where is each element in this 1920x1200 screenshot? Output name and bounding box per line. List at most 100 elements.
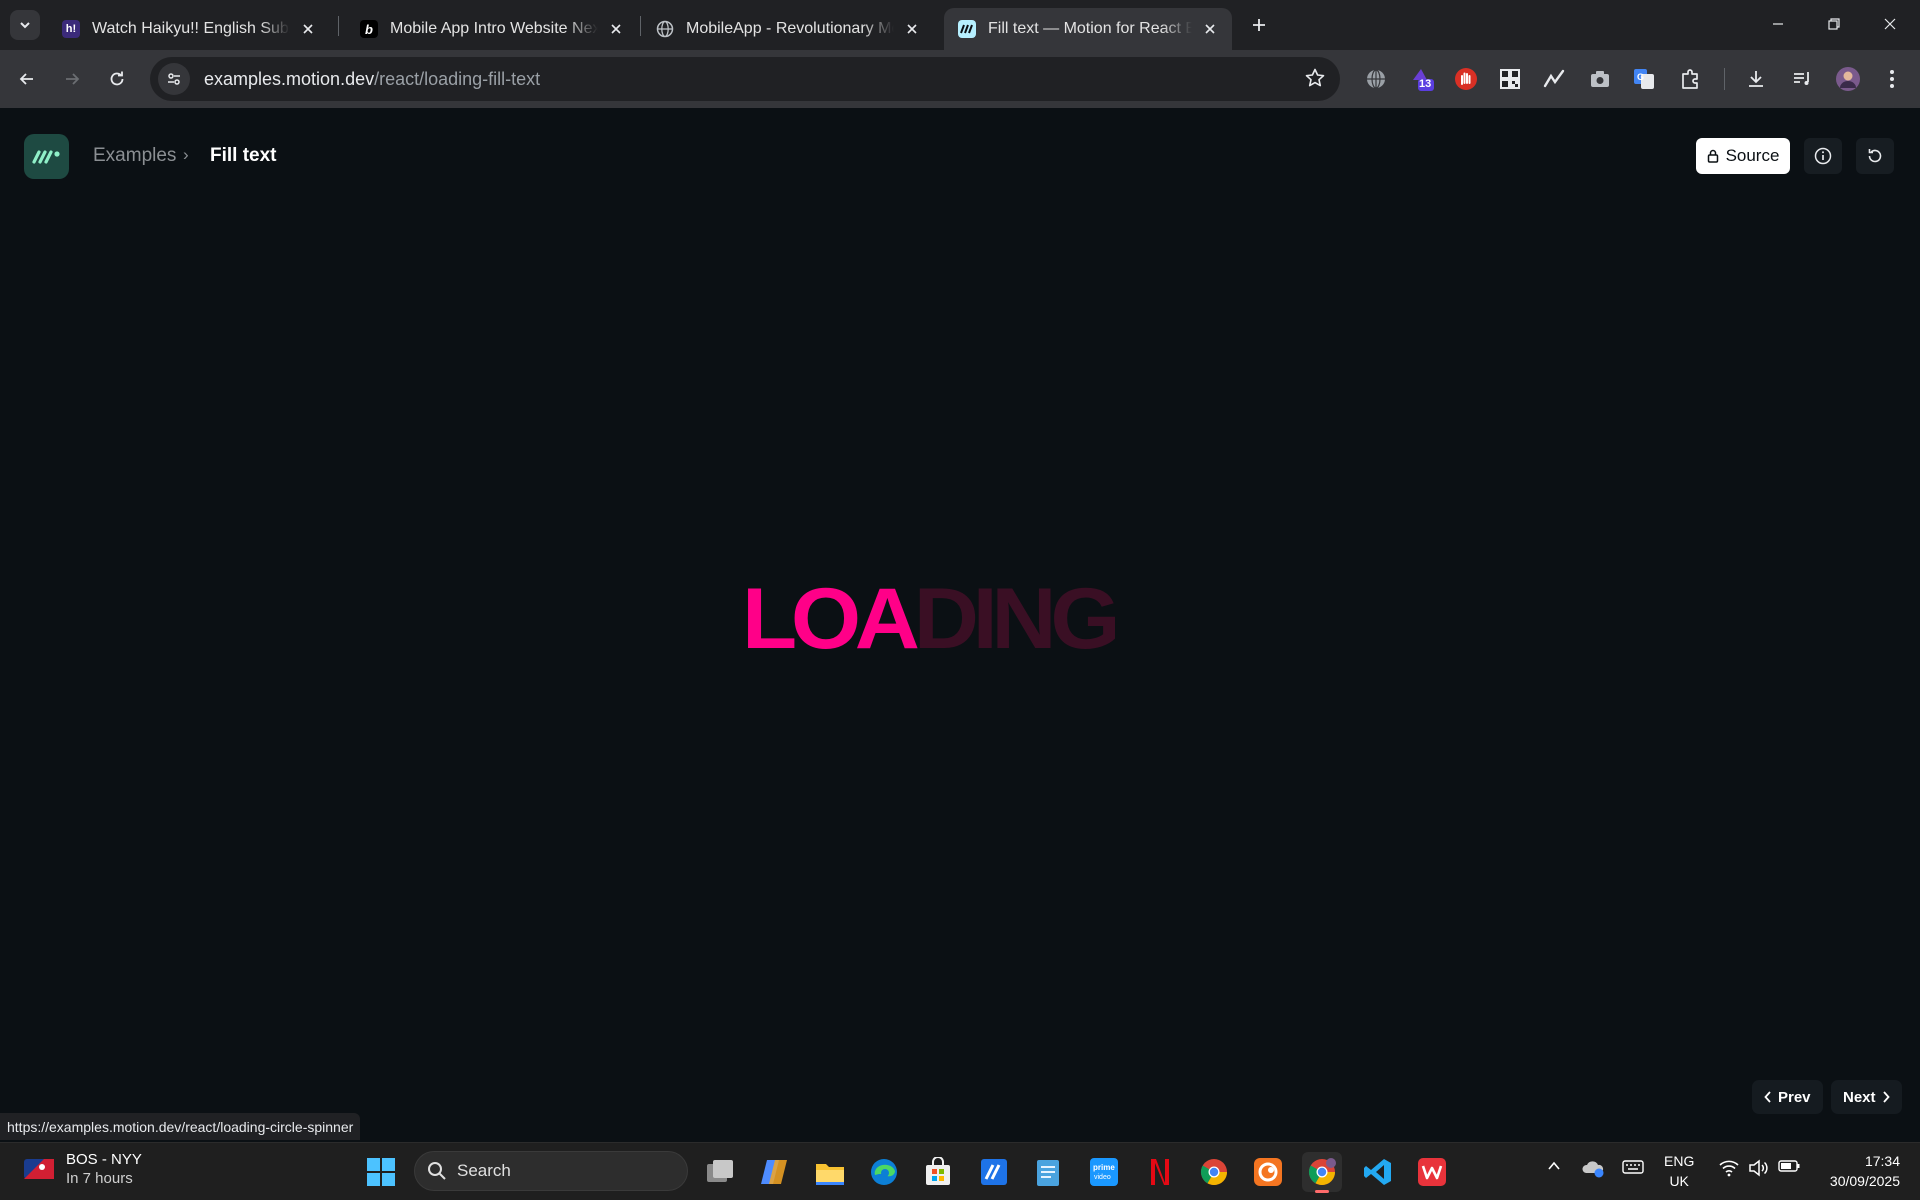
svg-text:G: G <box>1637 72 1644 82</box>
system-clock[interactable]: 17:34 30/09/2025 <box>1808 1151 1900 1191</box>
tab-haikyu[interactable]: h! Watch Haikyu!! English Sub/Dub <box>48 8 330 50</box>
prev-label: Prev <box>1778 1088 1811 1106</box>
globe-extension-icon[interactable] <box>1362 65 1390 93</box>
tune-icon <box>168 73 180 85</box>
minimize-icon <box>1773 23 1783 25</box>
chevron-right-icon <box>1882 1091 1890 1103</box>
hianime-favicon-icon: h! <box>62 20 80 38</box>
microsoft-store-icon[interactable] <box>918 1152 958 1192</box>
breadcrumb-examples-link[interactable]: Examples <box>93 145 176 167</box>
media-control-icon[interactable] <box>1788 65 1816 93</box>
page-content: Examples › Fill text Source LOADING Prev… <box>0 108 1920 1142</box>
close-window-button[interactable] <box>1862 0 1918 48</box>
weather-line-1: BOS - NYY <box>66 1151 142 1168</box>
motion-logo[interactable] <box>24 134 69 179</box>
bookmark-star-icon[interactable] <box>1304 67 1326 94</box>
google-translate-icon[interactable]: G <box>1630 65 1658 93</box>
crunchyroll-icon[interactable] <box>1248 1152 1288 1192</box>
active-app-indicator <box>1315 1190 1329 1193</box>
chrome-profile-icon[interactable] <box>1302 1152 1342 1193</box>
plus-icon <box>1253 19 1265 31</box>
url-host: examples.motion.dev <box>204 68 375 89</box>
hand-extension-icon[interactable] <box>1452 65 1480 93</box>
remote-app-icon[interactable] <box>974 1152 1014 1192</box>
breadcrumb-separator: › <box>183 145 189 164</box>
next-button[interactable]: Next <box>1831 1080 1902 1114</box>
taskbar-search-label: Search <box>457 1161 511 1180</box>
weather-line-2: In 7 hours <box>66 1170 133 1187</box>
bolt-favicon-icon: b <box>360 20 378 38</box>
tab-separator <box>640 16 641 36</box>
show-hidden-icons-chevron-up-icon[interactable] <box>1542 1159 1566 1173</box>
task-view-icon[interactable] <box>700 1152 740 1192</box>
clock-date: 30/09/2025 <box>1829 1173 1900 1189</box>
prime-video-icon[interactable]: prime video <box>1084 1152 1124 1192</box>
restore-button[interactable] <box>1806 0 1862 48</box>
restore-icon <box>1828 18 1840 30</box>
url-text[interactable]: examples.motion.dev/react/loading-fill-t… <box>204 69 540 90</box>
tab-close-icon[interactable] <box>1200 19 1220 39</box>
mlb-logo-icon <box>24 1159 54 1179</box>
site-info-button[interactable] <box>158 63 190 95</box>
back-button[interactable] <box>10 62 44 96</box>
signature-extension-icon[interactable] <box>1540 65 1568 93</box>
minimize-button[interactable] <box>1750 0 1806 48</box>
toolbar-separator <box>1724 68 1725 90</box>
wizard-extension-icon[interactable]: 13 <box>1408 65 1436 93</box>
menu-kebab-icon[interactable] <box>1878 65 1906 93</box>
svg-text:video: video <box>1094 1174 1111 1181</box>
clock-time: 17:34 <box>1864 1153 1900 1169</box>
tab-mobile-app-intro[interactable]: b Mobile App Intro Website Next <box>346 8 638 50</box>
battery-icon[interactable] <box>1776 1159 1802 1173</box>
motion-logo-icon <box>31 149 60 164</box>
extension-badge: 13 <box>1419 78 1432 90</box>
taskbar-search[interactable]: Search <box>414 1151 688 1191</box>
forward-button[interactable] <box>55 62 89 96</box>
info-button[interactable] <box>1804 138 1842 174</box>
onedrive-icon[interactable] <box>1580 1159 1606 1179</box>
tab-separator <box>338 16 339 36</box>
file-explorer-icon[interactable] <box>810 1152 850 1192</box>
wps-office-icon[interactable] <box>1412 1152 1452 1192</box>
weather-widget[interactable]: BOS - NYY In 7 hours <box>24 1151 142 1187</box>
breadcrumb-current: Fill text <box>210 145 277 166</box>
copilot-icon[interactable] <box>754 1152 794 1192</box>
keyboard-icon[interactable] <box>1620 1159 1646 1175</box>
profile-avatar[interactable] <box>1834 65 1862 93</box>
next-label: Next <box>1843 1088 1876 1106</box>
vscode-icon[interactable] <box>1358 1152 1398 1192</box>
qr-code-extension-icon[interactable] <box>1496 65 1524 93</box>
search-icon <box>428 1162 446 1180</box>
downloads-icon[interactable] <box>1742 65 1770 93</box>
language-line-2: UK <box>1669 1173 1689 1189</box>
replay-button[interactable] <box>1856 138 1894 174</box>
tab-close-icon[interactable] <box>902 19 922 39</box>
tab-mobileapp[interactable]: MobileApp - Revolutionary Mobile <box>642 8 934 50</box>
edge-browser-icon[interactable] <box>864 1152 904 1192</box>
reload-button[interactable] <box>100 62 134 96</box>
source-button[interactable]: Source <box>1696 138 1790 174</box>
tab-close-icon[interactable] <box>606 19 626 39</box>
replay-icon <box>1868 149 1882 163</box>
camera-extension-icon[interactable] <box>1586 65 1614 93</box>
reload-icon <box>110 71 124 86</box>
tab-search-button[interactable] <box>10 10 40 40</box>
notepad-icon[interactable] <box>1028 1152 1068 1192</box>
tab-title: Watch Haikyu!! English Sub/Dub <box>92 20 290 37</box>
new-tab-button[interactable] <box>1244 10 1274 40</box>
chrome-icon[interactable] <box>1194 1152 1234 1192</box>
tab-fill-text[interactable]: Fill text — Motion for React Examples <box>944 8 1232 50</box>
netflix-icon[interactable] <box>1138 1152 1178 1192</box>
language-indicator[interactable]: ENG UK <box>1664 1151 1694 1191</box>
prev-button[interactable]: Prev <box>1752 1080 1823 1114</box>
volume-icon[interactable] <box>1746 1159 1772 1177</box>
arrow-left-icon <box>19 73 33 85</box>
url-path: /react/loading-fill-text <box>374 68 541 89</box>
tab-title: Fill text — Motion for React Examples <box>988 20 1192 37</box>
tab-close-icon[interactable] <box>298 19 318 39</box>
address-bar[interactable]: examples.motion.dev/react/loading-fill-t… <box>150 57 1340 101</box>
close-icon <box>1884 18 1896 30</box>
start-button[interactable] <box>366 1157 396 1192</box>
wifi-icon[interactable] <box>1716 1159 1742 1177</box>
extensions-puzzle-icon[interactable] <box>1676 65 1704 93</box>
